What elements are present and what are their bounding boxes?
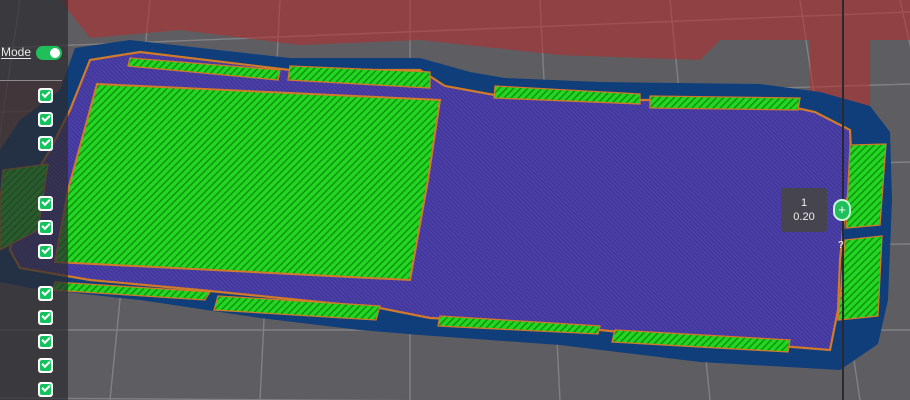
checkmark-icon — [41, 382, 51, 393]
3d-viewport[interactable] — [0, 0, 910, 400]
layer-readout: 1 0.20 — [781, 188, 827, 232]
checkmark-icon — [41, 334, 51, 345]
checkmark-icon — [41, 136, 51, 147]
feature-checkbox[interactable] — [38, 196, 53, 211]
layer-slider-handle[interactable]: + — [833, 199, 851, 221]
checkmark-icon — [41, 88, 51, 99]
left-panel: Mode — [0, 0, 68, 400]
feature-checkbox[interactable] — [38, 220, 53, 235]
checkmark-icon — [41, 220, 51, 231]
layer-number: 1 — [800, 197, 808, 209]
mode-label[interactable]: Mode — [1, 45, 31, 59]
feature-checkbox[interactable] — [38, 244, 53, 259]
checkmark-icon — [41, 286, 51, 297]
feature-checkbox[interactable] — [38, 136, 53, 151]
infill-main — [53, 82, 442, 282]
help-icon[interactable]: ? — [838, 240, 844, 251]
feature-checkbox[interactable] — [38, 310, 53, 325]
checkmark-icon — [41, 310, 51, 321]
feature-checkbox[interactable] — [38, 334, 53, 349]
layer-height: 0.20 — [793, 211, 815, 223]
checkmark-icon — [41, 358, 51, 369]
feature-checkbox[interactable] — [38, 382, 53, 397]
checkmark-icon — [41, 196, 51, 207]
feature-checkbox[interactable] — [38, 88, 53, 103]
toggle-knob — [50, 48, 60, 58]
checkmark-icon — [41, 112, 51, 123]
feature-checkbox[interactable] — [38, 358, 53, 373]
plus-icon: + — [838, 202, 846, 217]
feature-checkbox[interactable] — [38, 286, 53, 301]
mode-toggle[interactable] — [36, 46, 62, 60]
feature-checkbox[interactable] — [38, 112, 53, 127]
panel-divider — [0, 80, 62, 81]
checkmark-icon — [41, 244, 51, 255]
